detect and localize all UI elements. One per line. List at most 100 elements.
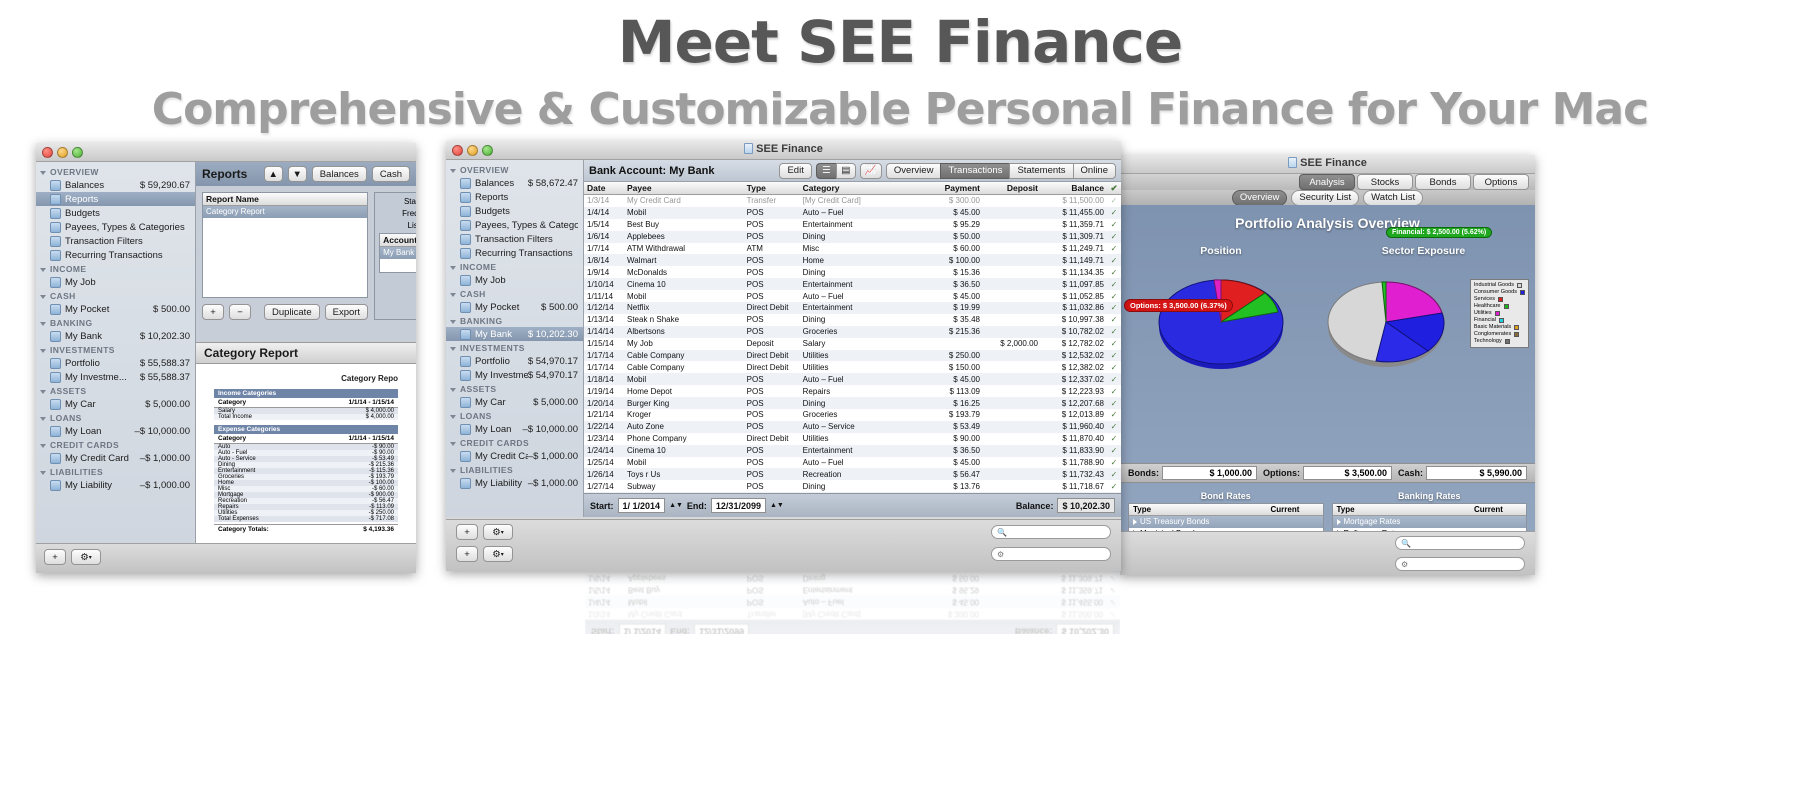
tab-overview[interactable]: Overview (885, 162, 941, 179)
sidebar-group-liabilities[interactable]: LIABILITIES (36, 465, 195, 478)
subtab-watch-list[interactable]: Watch List (1363, 189, 1424, 206)
table-row[interactable]: 1/27/14 Subway POS Dining $ 13.76 $ 11,718.67… (584, 480, 1121, 492)
disclosure-triangle-icon[interactable] (450, 469, 456, 473)
sidebar-item-my-investme[interactable]: My Investme...$ 54,970.17 (446, 368, 583, 382)
close-button[interactable] (42, 147, 53, 158)
disclosure-triangle-icon[interactable] (450, 388, 456, 392)
sidebar-item-my-job[interactable]: My Job (446, 273, 583, 287)
sidebar-group-assets[interactable]: ASSETS (446, 382, 583, 395)
account-tab-group[interactable]: Overview Transactions Statements Online (885, 162, 1116, 179)
right-window-titlebar[interactable]: SEE Finance (1120, 155, 1535, 174)
disclosure-triangle-icon[interactable] (450, 169, 456, 173)
center-add-button-2[interactable]: + (456, 546, 478, 562)
left-gear-button[interactable]: ⚙ ▾ (71, 549, 101, 565)
left-window-footer[interactable]: + ⚙ ▾ (36, 543, 416, 573)
sidebar-item-recurring-transactions[interactable]: Recurring Transactions (446, 246, 583, 260)
table-row[interactable]: 1/3/14 My Credit Card Transfer [My Credit C… (585, 608, 1120, 620)
transactions-statusbar[interactable]: Start: 1/ 1/2014 ▲▼ End: 12/31/2099 ▲▼ B… (584, 493, 1121, 517)
col-cleared[interactable]: ✔ (1107, 183, 1121, 194)
accounts-row[interactable]: My Bank - Ch... (380, 247, 416, 259)
rate-row[interactable]: Mortgage Rates (1332, 516, 1526, 528)
accounts-list[interactable]: Accounts My Bank - Ch... (379, 233, 416, 273)
table-row[interactable]: 1/13/14 Steak n Shake POS Dining $ 35.48 $ 10… (584, 314, 1121, 326)
table-row[interactable]: 1/9/14 McDonalds POS Dining $ 15.36 $ 11,134.… (584, 266, 1121, 278)
sidebar-item-reports[interactable]: Reports (36, 192, 195, 206)
sidebar-item-budgets[interactable]: Budgets (446, 204, 583, 218)
table-row[interactable]: 1/6/14 Applebees POS Dining $ 50.00 $ 11,309.… (584, 230, 1121, 243)
reports-toolbar[interactable]: Reports ▲ ▼ Balances Cash (196, 162, 416, 186)
table-row[interactable]: 1/25/14 Mobil POS Auto – Fuel $ 45.00 $ 11,78… (584, 457, 1121, 469)
tab-bonds[interactable]: Bonds (1415, 174, 1471, 190)
sidebar-group-loans[interactable]: LOANS (36, 411, 195, 424)
disclosure-triangle-icon[interactable] (450, 347, 456, 351)
left-sidebar[interactable]: OVERVIEW Balances $ 59,290.67 Reports Budget… (36, 162, 196, 573)
sidebar-item-my-car[interactable]: My Car $ 5,000.00 (36, 397, 195, 411)
table-row[interactable]: 1/11/14 Mobil POS Auto – Fuel $ 45.00 $ 11,05… (584, 290, 1121, 302)
disclosure-triangle-icon[interactable] (40, 268, 46, 272)
disclosure-triangle-icon[interactable] (1336, 518, 1341, 525)
table-row[interactable]: 1/4/14 Mobil POS Auto – Fuel $ 45.00 $ 11,455… (585, 595, 1120, 608)
col-type[interactable]: Type (744, 183, 800, 193)
subtab-security-list[interactable]: Security List (1291, 189, 1360, 206)
col-date[interactable]: Date (584, 183, 624, 193)
col-payment[interactable]: Payment (925, 183, 983, 193)
right-subtab-bar[interactable]: Overview Security List Watch List (1120, 189, 1535, 206)
table-row[interactable]: 1/5/14 Best Buy POS Entertainment $ 95.29 $ 1… (585, 584, 1120, 596)
subtab-overview[interactable]: Overview (1231, 189, 1288, 206)
disclosure-triangle-icon[interactable] (1133, 518, 1137, 525)
table-row[interactable]: 1/17/14 Cable Company Direct Debit Utilitie… (584, 349, 1121, 362)
sidebar-item-portfolio[interactable]: Portfolio $ 55,588.37 (36, 356, 195, 370)
account-toolbar[interactable]: Bank Account: My Bank Edit ☰ ▤ 📈 Overvie… (584, 160, 1121, 182)
right-tab-bar[interactable]: Analysis Stocks Bonds Options (1120, 174, 1535, 190)
sidebar-item-my-credit-card[interactable]: My Credit Card –$ 1,000.00 (36, 451, 195, 465)
table-row[interactable]: 1/3/14 My Credit Card Transfer [My Credit C… (584, 195, 1121, 207)
sidebar-item-payees-types-categories[interactable]: Payees, Types & Categories (446, 218, 583, 232)
scroll-down-button[interactable]: ▼ (287, 166, 307, 182)
sidebar-group-cash[interactable]: CASH (36, 289, 195, 302)
disclosure-triangle-icon[interactable] (450, 442, 456, 446)
sidebar-group-income[interactable]: INCOME (36, 262, 195, 275)
sidebar-group-credit-cards[interactable]: CREDIT CARDS (36, 438, 195, 451)
table-row[interactable]: 1/19/14 Home Depot POS Repairs $ 113.09 $ 12,… (584, 385, 1121, 397)
disclosure-triangle-icon[interactable] (40, 295, 46, 299)
sidebar-group-banking[interactable]: BANKING (446, 314, 583, 327)
tab-statements[interactable]: Statements (1009, 162, 1073, 179)
report-list-item[interactable]: Category Report (203, 206, 368, 218)
center-sidebar[interactable]: OVERVIEW Balances $ 58,672.47 Reports Budget… (446, 160, 584, 517)
disclosure-triangle-icon[interactable] (450, 415, 456, 419)
center-window-footer[interactable]: + ⚙ ▾ 🔍 + ⚙ ▾ ⚙ (446, 519, 1121, 571)
sidebar-item-portfolio[interactable]: Portfolio $ 54,970.17 (446, 354, 583, 368)
report-buttons[interactable]: + − Duplicate Export (202, 304, 369, 320)
sidebar-item-recurring-transactions[interactable]: Recurring Transactions (36, 248, 195, 262)
sidebar-group-overview[interactable]: OVERVIEW (36, 165, 195, 178)
table-row[interactable]: 1/5/14 Best Buy POS Entertainment $ 95.29 $ 1… (584, 219, 1121, 231)
table-row[interactable]: 1/14/14 Albertsons POS Groceries $ 215.36 $ 1… (584, 325, 1121, 338)
table-row[interactable]: 1/17/14 Cable Company Direct Debit Utilitie… (584, 361, 1121, 373)
list-view-icon[interactable]: ☰ (815, 162, 836, 179)
sidebar-item-balances[interactable]: Balances $ 58,672.47 (446, 176, 583, 190)
col-category[interactable]: Category (800, 183, 925, 193)
table-row[interactable]: 1/8/14 Walmart POS Home $ 100.00 $ 11,149.71 ✓ (584, 254, 1121, 267)
sidebar-group-assets[interactable]: ASSETS (36, 384, 195, 397)
table-row[interactable]: 1/18/14 Mobil POS Auto – Fuel $ 45.00 $ 12,33… (584, 373, 1121, 386)
sidebar-group-loans[interactable]: LOANS (446, 409, 583, 422)
table-row[interactable]: 1/23/14 Phone Company Direct Debit Utilitie… (584, 433, 1121, 445)
table-row[interactable]: 1/4/14 Mobil POS Auto – Fuel $ 45.00 $ 11,455… (584, 206, 1121, 219)
sidebar-group-banking[interactable]: BANKING (36, 316, 195, 329)
col-balance[interactable]: Balance (1041, 183, 1107, 193)
center-window-titlebar[interactable]: SEE Finance (446, 141, 1121, 160)
end-stepper[interactable]: ▲▼ (770, 502, 784, 509)
sidebar-item-my-job[interactable]: My Job (36, 275, 195, 289)
duplicate-report-button[interactable]: Duplicate (264, 304, 320, 320)
table-row[interactable]: 1/10/14 Cinema 10 POS Entertainment $ 36.50 $… (584, 278, 1121, 291)
sidebar-item-my-investme[interactable]: My Investme... $ 55,588.37 (36, 370, 195, 384)
detail-view-icon[interactable]: ▤ (835, 162, 856, 179)
table-row[interactable]: 1/6/14 Applebees POS Dining $ 50.00 $ 11,309.… (585, 572, 1120, 584)
scroll-up-button[interactable]: ▲ (263, 166, 283, 182)
disclosure-triangle-icon[interactable] (40, 349, 46, 353)
transactions-window[interactable]: SEE Finance OVERVIEW Balances $ 58,672.47 R… (446, 141, 1121, 571)
table-row[interactable]: 1/24/14 Cinema 10 POS Entertainment $ 36.50 $… (584, 444, 1121, 457)
tab-transactions[interactable]: Transactions (940, 162, 1010, 179)
tab-stocks[interactable]: Stocks (1357, 174, 1413, 190)
table-row[interactable]: 1/7/14 ATM Withdrawal ATM Misc $ 60.00 $ 11,2… (584, 243, 1121, 255)
